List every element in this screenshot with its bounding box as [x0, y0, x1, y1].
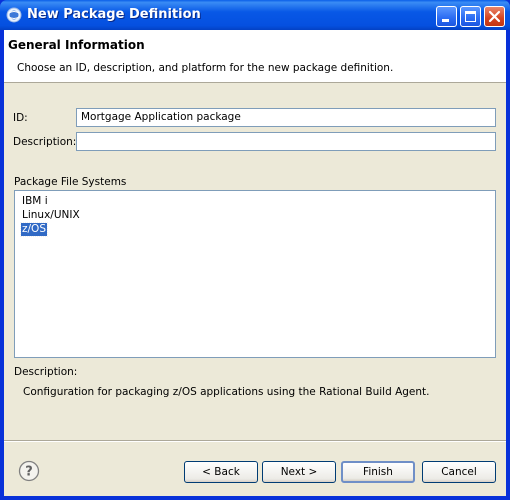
help-question-icon[interactable]: ?	[18, 460, 40, 482]
details-text: Configuration for packaging z/OS applica…	[23, 386, 430, 398]
page-title: General Information	[8, 38, 145, 52]
eclipse-globe-icon	[6, 7, 22, 23]
wizard-header: General Information Choose an ID, descri…	[4, 30, 506, 83]
id-label: ID:	[13, 112, 28, 124]
description-field[interactable]	[76, 132, 496, 151]
window-title: New Package Definition	[27, 7, 201, 22]
svg-text:?: ?	[25, 465, 33, 480]
minimize-button[interactable]	[436, 6, 457, 27]
close-button[interactable]	[484, 6, 505, 27]
list-item-zos[interactable]: z/OS	[20, 222, 48, 237]
finish-button[interactable]: Finish	[341, 461, 415, 483]
page-description: Choose an ID, description, and platform …	[17, 62, 394, 74]
dialog-window: New Package Definition General Informati…	[0, 0, 510, 500]
button-separator	[4, 440, 506, 442]
back-button[interactable]: < Back	[184, 461, 258, 483]
next-button[interactable]: Next >	[262, 461, 336, 483]
maximize-icon	[465, 11, 476, 22]
title-bar[interactable]: New Package Definition	[0, 0, 510, 30]
file-systems-label: Package File Systems	[14, 176, 127, 188]
cancel-button[interactable]: Cancel	[422, 461, 496, 483]
dialog-client-area: General Information Choose an ID, descri…	[4, 30, 506, 496]
close-icon	[488, 10, 501, 23]
id-field[interactable]: Mortgage Application package	[76, 108, 496, 127]
file-systems-list[interactable]: IBM i Linux/UNIX z/OS	[14, 190, 496, 358]
list-item-linux-unix[interactable]: Linux/UNIX	[21, 209, 81, 222]
maximize-button[interactable]	[460, 6, 481, 27]
list-item-ibm-i[interactable]: IBM i	[21, 195, 49, 208]
details-label: Description:	[14, 366, 78, 378]
minimize-icon	[442, 19, 449, 22]
description-label: Description:	[13, 136, 77, 148]
